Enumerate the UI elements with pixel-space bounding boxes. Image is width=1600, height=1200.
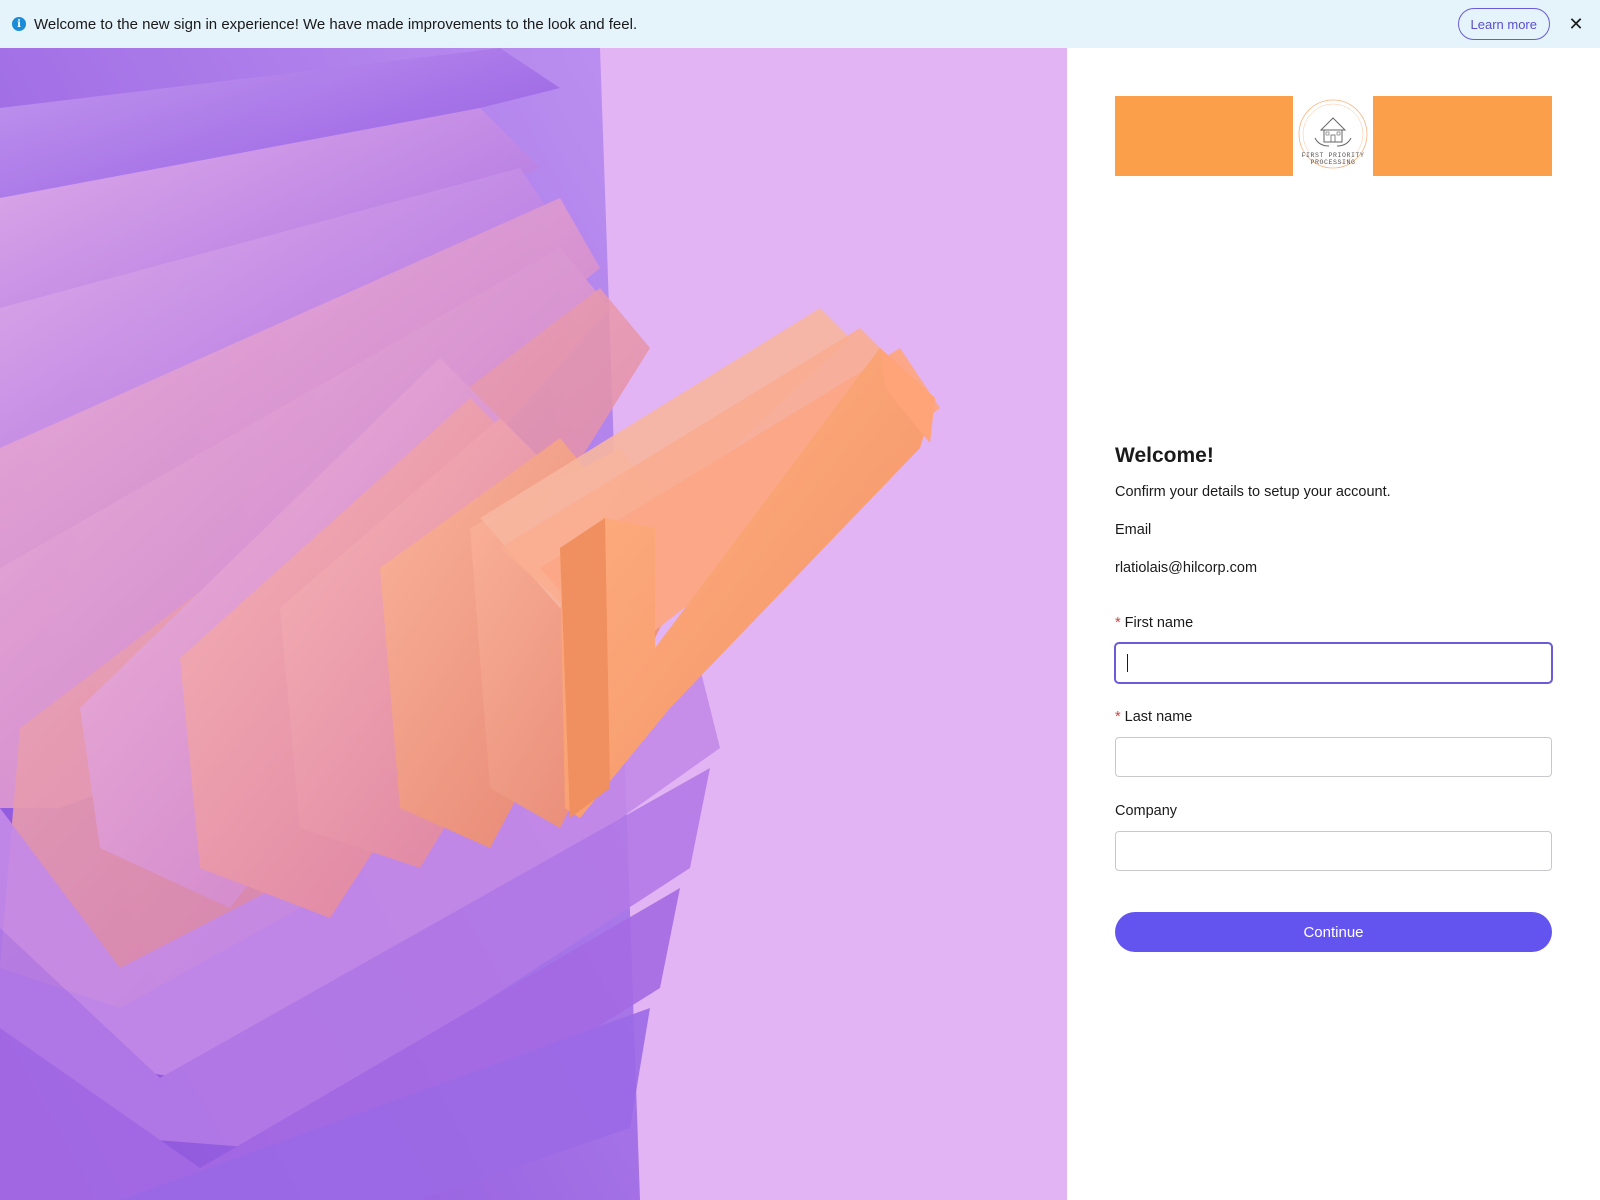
last-name-label-text: Last name — [1124, 709, 1193, 725]
logo-badge: FIRST PRIORITY PROCESSING — [1293, 96, 1373, 176]
first-name-label-text: First name — [1124, 615, 1194, 631]
close-icon[interactable]: ✕ — [1564, 12, 1588, 36]
text-caret — [1127, 654, 1128, 672]
logo-caption-line-2: PROCESSING — [1310, 159, 1356, 166]
learn-more-button[interactable]: Learn more — [1457, 8, 1550, 40]
hero-illustration — [0, 48, 1067, 1200]
email-label: Email — [1115, 522, 1152, 538]
page-subtitle: Confirm your details to setup your accou… — [1115, 484, 1391, 500]
last-name-input[interactable] — [1115, 737, 1552, 777]
page-title: Welcome! — [1115, 444, 1214, 467]
info-icon: i — [12, 17, 26, 31]
last-name-label: * Last name — [1115, 709, 1192, 725]
first-name-label: * First name — [1115, 615, 1193, 631]
signup-panel: FIRST PRIORITY PROCESSING Welcome! Confi… — [1067, 48, 1600, 1200]
first-name-input[interactable] — [1115, 643, 1552, 683]
company-input[interactable] — [1115, 831, 1552, 871]
continue-button[interactable]: Continue — [1115, 912, 1552, 952]
banner-message: Welcome to the new sign in experience! W… — [34, 15, 638, 33]
required-marker: * — [1115, 709, 1121, 725]
required-marker: * — [1115, 615, 1121, 631]
company-label: Company — [1115, 803, 1178, 819]
email-value: rlatiolais@hilcorp.com — [1115, 560, 1258, 576]
logo-caption: FIRST PRIORITY PROCESSING — [1293, 152, 1373, 166]
logo-caption-line-1: FIRST PRIORITY — [1301, 152, 1365, 159]
announcement-banner: i Welcome to the new sign in experience!… — [0, 0, 1600, 48]
company-logo: FIRST PRIORITY PROCESSING — [1115, 96, 1552, 176]
layered-shapes-art — [0, 48, 940, 1200]
